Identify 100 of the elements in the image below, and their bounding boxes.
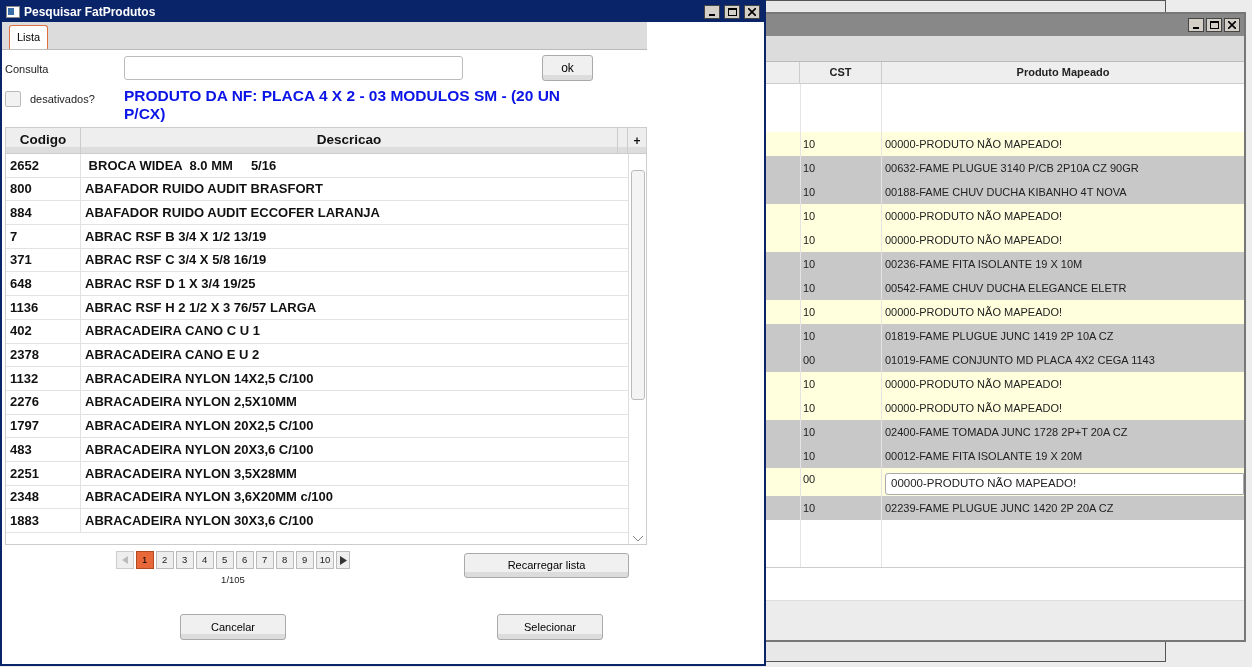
table-cell-text: ABRACADEIRA CANO E U 2: [85, 346, 260, 365]
column-header[interactable]: CST: [800, 62, 882, 83]
page-count: 1/105: [221, 573, 245, 587]
table-cell-text: 10: [803, 400, 816, 416]
table-cell-text: 00188-FAME CHUV DUCHA KIBANHO 4T NOVA: [885, 184, 1127, 200]
page-button[interactable]: 7: [255, 551, 274, 569]
column-header[interactable]: Codigo: [6, 128, 81, 153]
ok-button[interactable]: ok: [542, 55, 593, 81]
table-row[interactable]: 2652 BROCA WIDEA 8.0 MM 5/16: [6, 154, 628, 178]
table-row[interactable]: 2276 ABRACADEIRA NYLON 2,5X10MM: [6, 390, 628, 415]
table-cell-text: 00000-PRODUTO NÃO MAPEADO!: [885, 208, 1063, 224]
table-cell-text: ABRAC RSF D 1 X 3/4 19/25: [85, 275, 256, 294]
table-cell-text: 648: [10, 275, 32, 294]
table-cell-text: 2276: [10, 393, 39, 412]
maximize-button[interactable]: [724, 5, 740, 19]
table-row[interactable]: 1136 ABRAC RSF H 2 1/2 X 3 76/57 LARGA: [6, 296, 628, 320]
page-button[interactable]: 8: [275, 551, 294, 569]
table-row[interactable]: 1132 ABRACADEIRA NYLON 14X2,5 C/100: [6, 367, 628, 391]
table-row[interactable]: 1883 ABRACADEIRA NYLON 30X3,6 C/100: [6, 509, 628, 533]
table-cell-text: 10: [803, 256, 816, 272]
table-row[interactable]: 402 ABRACADEIRA CANO C U 1: [6, 319, 628, 344]
table-row[interactable]: 648 ABRAC RSF D 1 X 3/4 19/25: [6, 272, 628, 297]
search-field[interactable]: [124, 56, 463, 80]
window-title: Pesquisar FatProdutos: [24, 4, 157, 21]
table-row[interactable]: 7 ABRAC RSF B 3/4 X 1/2 13/19: [6, 225, 628, 249]
reload-button[interactable]: Recarregar lista: [464, 553, 629, 578]
table-row[interactable]: 1797 ABRACADEIRA NYLON 20X2,5 C/100: [6, 414, 628, 439]
checkbox[interactable]: [5, 91, 21, 108]
table-cell-text: ABRACADEIRA NYLON 20X2,5 C/100: [85, 417, 314, 436]
checkbox-label: desativados?: [30, 92, 95, 107]
chevron-down-icon[interactable]: [632, 536, 643, 542]
table-cell-text: 10: [803, 232, 816, 248]
page-button[interactable]: 6: [235, 551, 254, 569]
table-cell-text: 7: [10, 227, 18, 246]
cancel-button[interactable]: Cancelar: [180, 614, 286, 641]
table-row[interactable]: 2378 ABRACADEIRA CANO E U 2: [6, 343, 628, 368]
tab[interactable]: Lista: [9, 25, 49, 49]
table-cell-text: 1797: [10, 417, 39, 436]
table-cell-text: ABRACADEIRA NYLON 3,6X20MM c/100: [85, 488, 334, 507]
table-cell-text: 1132: [10, 369, 39, 388]
table-cell-text: 10: [803, 184, 816, 200]
table-cell-text: 800: [10, 180, 32, 199]
scrollbar[interactable]: [628, 154, 646, 544]
page-button[interactable]: 5: [215, 551, 234, 569]
select-button[interactable]: Selecionar: [497, 614, 603, 641]
minimize-button[interactable]: [704, 5, 720, 19]
close-button[interactable]: [1224, 18, 1240, 32]
column-header[interactable]: Descricao: [81, 128, 618, 153]
add-column-button[interactable]: +: [628, 128, 646, 153]
table-row[interactable]: 483 ABRACADEIRA NYLON 20X3,6 C/100: [6, 438, 628, 462]
table-cell-text: 00542-FAME CHUV DUCHA ELEGANCE ELETR: [885, 280, 1127, 296]
table-cell-text: 10: [803, 304, 816, 320]
table-cell-text: 884: [10, 203, 32, 222]
table-cell-text: ABRACADEIRA NYLON 30X3,6 C/100: [85, 511, 314, 530]
table-cell-text: 00632-FAME PLUGUE 3140 P/CB 2P10A CZ 90GR: [885, 160, 1139, 176]
table-cell-text: 02239-FAME PLUGUE JUNC 1420 2P 20A CZ: [885, 500, 1114, 516]
table-cell-text: 1883: [10, 511, 39, 530]
table-cell-text: 01019-FAME CONJUNTO MD PLACA 4X2 CEGA 1143: [885, 352, 1155, 368]
field-label: Consulta: [4, 62, 50, 77]
table-cell-text: 10: [803, 424, 816, 440]
table-cell-text: 402: [10, 322, 32, 341]
table-cell-text: ABRACADEIRA NYLON 2,5X10MM: [85, 393, 297, 412]
table-cell-text: 2378: [10, 346, 39, 365]
column-header[interactable]: Produto Mapeado: [882, 62, 1244, 83]
table-cell-text: 00000-PRODUTO NÃO MAPEADO!: [885, 232, 1063, 248]
table-cell-text: 2652: [10, 156, 39, 175]
table-cell-text: 00000-PRODUTO NÃO MAPEADO!: [885, 136, 1063, 152]
table-cell-text: 10: [803, 328, 816, 344]
table-cell-text: ABAFADOR RUIDO AUDIT BRASFORT: [85, 180, 323, 199]
table-cell-text: 10: [803, 280, 816, 296]
triangle-right-icon: [339, 555, 347, 565]
table-cell-text: 00236-FAME FITA ISOLANTE 19 X 10M: [885, 256, 1083, 272]
page-button[interactable]: 4: [195, 551, 214, 569]
table-row[interactable]: 2251 ABRACADEIRA NYLON 3,5X28MM: [6, 461, 628, 486]
page-button[interactable]: 3: [175, 551, 194, 569]
page-button[interactable]: 10: [315, 551, 335, 569]
table-cell-text: ABRACADEIRA NYLON 14X2,5 C/100: [85, 369, 314, 388]
close-button[interactable]: [744, 5, 760, 19]
table-cell-text: 10: [803, 208, 816, 224]
table-row[interactable]: 371 ABRAC RSF C 3/4 X 5/8 16/19: [6, 248, 628, 273]
page-button[interactable]: 9: [295, 551, 314, 569]
table-cell-text: 2251: [10, 464, 39, 483]
table-cell-text: 10: [803, 500, 816, 516]
table-cell-text: ABRACADEIRA NYLON 3,5X28MM: [85, 464, 297, 483]
table-row[interactable]: 2348 ABRACADEIRA NYLON 3,6X20MM c/100: [6, 485, 628, 510]
table-cell-text: 1136: [10, 298, 39, 317]
table-row[interactable]: 884 ABAFADOR RUIDO AUDIT ECCOFER LARANJA: [6, 201, 628, 226]
input-field[interactable]: 00000-PRODUTO NÃO MAPEADO!: [885, 473, 1244, 495]
table-cell-text: ABAFADOR RUIDO AUDIT ECCOFER LARANJA: [85, 203, 380, 222]
page-button[interactable]: 1: [135, 551, 154, 569]
maximize-button[interactable]: [1206, 18, 1222, 32]
table-cell-text: 2348: [10, 488, 39, 507]
next-page-button[interactable]: [336, 551, 351, 569]
table-row[interactable]: 800 ABAFADOR RUIDO AUDIT BRASFORT: [6, 177, 628, 202]
close-icon: [748, 8, 756, 16]
table-cell-text: 10: [803, 136, 816, 152]
product-heading: PRODUTO DA NF: PLACA 4 X 2 - 03 MODULOS SM - (20 UN P/CX): [124, 87, 562, 123]
table-cell-text: 10: [803, 448, 816, 464]
page-button[interactable]: 2: [155, 551, 174, 569]
minimize-button[interactable]: [1188, 18, 1204, 32]
